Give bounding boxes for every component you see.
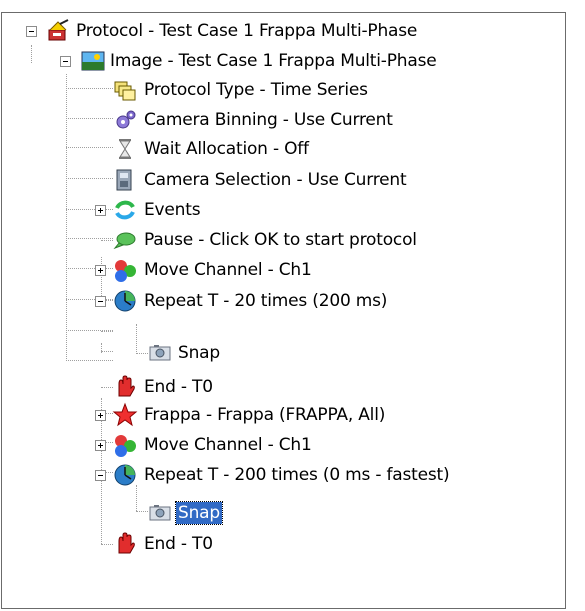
camera-binning-icon (112, 107, 138, 133)
end-hand-icon (112, 374, 138, 400)
collapse-toggle[interactable] (26, 26, 37, 37)
tree-node-label: Move Channel - Ch1 (144, 260, 312, 280)
tree-node-label: Repeat T - 20 times (200 ms) (144, 291, 388, 311)
collapse-toggle[interactable] (60, 56, 71, 67)
tree-node-label: Events (144, 200, 201, 220)
collapse-toggle[interactable] (95, 296, 106, 307)
image-icon (80, 48, 106, 74)
protocol-tree-view[interactable]: Protocol - Test Case 1 Frappa Multi-Phas… (1, 12, 566, 609)
tree-node-label: Repeat T - 200 times (0 ms - fastest) (144, 465, 450, 485)
events-icon (112, 197, 138, 223)
frappa-star-icon (112, 402, 138, 428)
repeat-icon (112, 462, 138, 488)
pause-icon (112, 227, 138, 253)
tree-node-label: Pause - Click OK to start protocol (144, 230, 417, 250)
tree-node-label: End - T0 (144, 377, 213, 397)
expand-toggle[interactable] (95, 410, 106, 421)
tree-node-label: Camera Binning - Use Current (144, 110, 393, 130)
expand-toggle[interactable] (95, 440, 106, 451)
tree-node-label: End - T0 (144, 534, 213, 554)
camera-selection-icon (112, 167, 138, 193)
tree-node-label: Snap (175, 501, 223, 525)
tree-node-label: Protocol Type - Time Series (144, 80, 368, 100)
end-hand-icon (112, 531, 138, 557)
tree-node-label: Camera Selection - Use Current (144, 170, 407, 190)
expand-toggle[interactable] (95, 265, 106, 276)
tree-node-label: Image - Test Case 1 Frappa Multi-Phase (110, 51, 437, 71)
protocol-type-icon (112, 77, 138, 103)
tree-node-label: Protocol - Test Case 1 Frappa Multi-Phas… (76, 21, 418, 41)
snap-camera-icon (147, 340, 173, 366)
tree-node-label: Frappa - Frappa (FRAPPA, All) (144, 405, 386, 425)
protocol-icon (46, 18, 72, 44)
move-channel-icon (112, 257, 138, 283)
move-channel-icon (112, 432, 138, 458)
snap-camera-icon (147, 500, 173, 526)
repeat-icon (112, 288, 138, 314)
hourglass-icon (112, 136, 138, 162)
tree-node-label: Wait Allocation - Off (144, 139, 309, 159)
expand-toggle[interactable] (95, 205, 106, 216)
tree-node-label: Move Channel - Ch1 (144, 435, 312, 455)
collapse-toggle[interactable] (95, 470, 106, 481)
tree-node-label: Snap (178, 343, 220, 363)
